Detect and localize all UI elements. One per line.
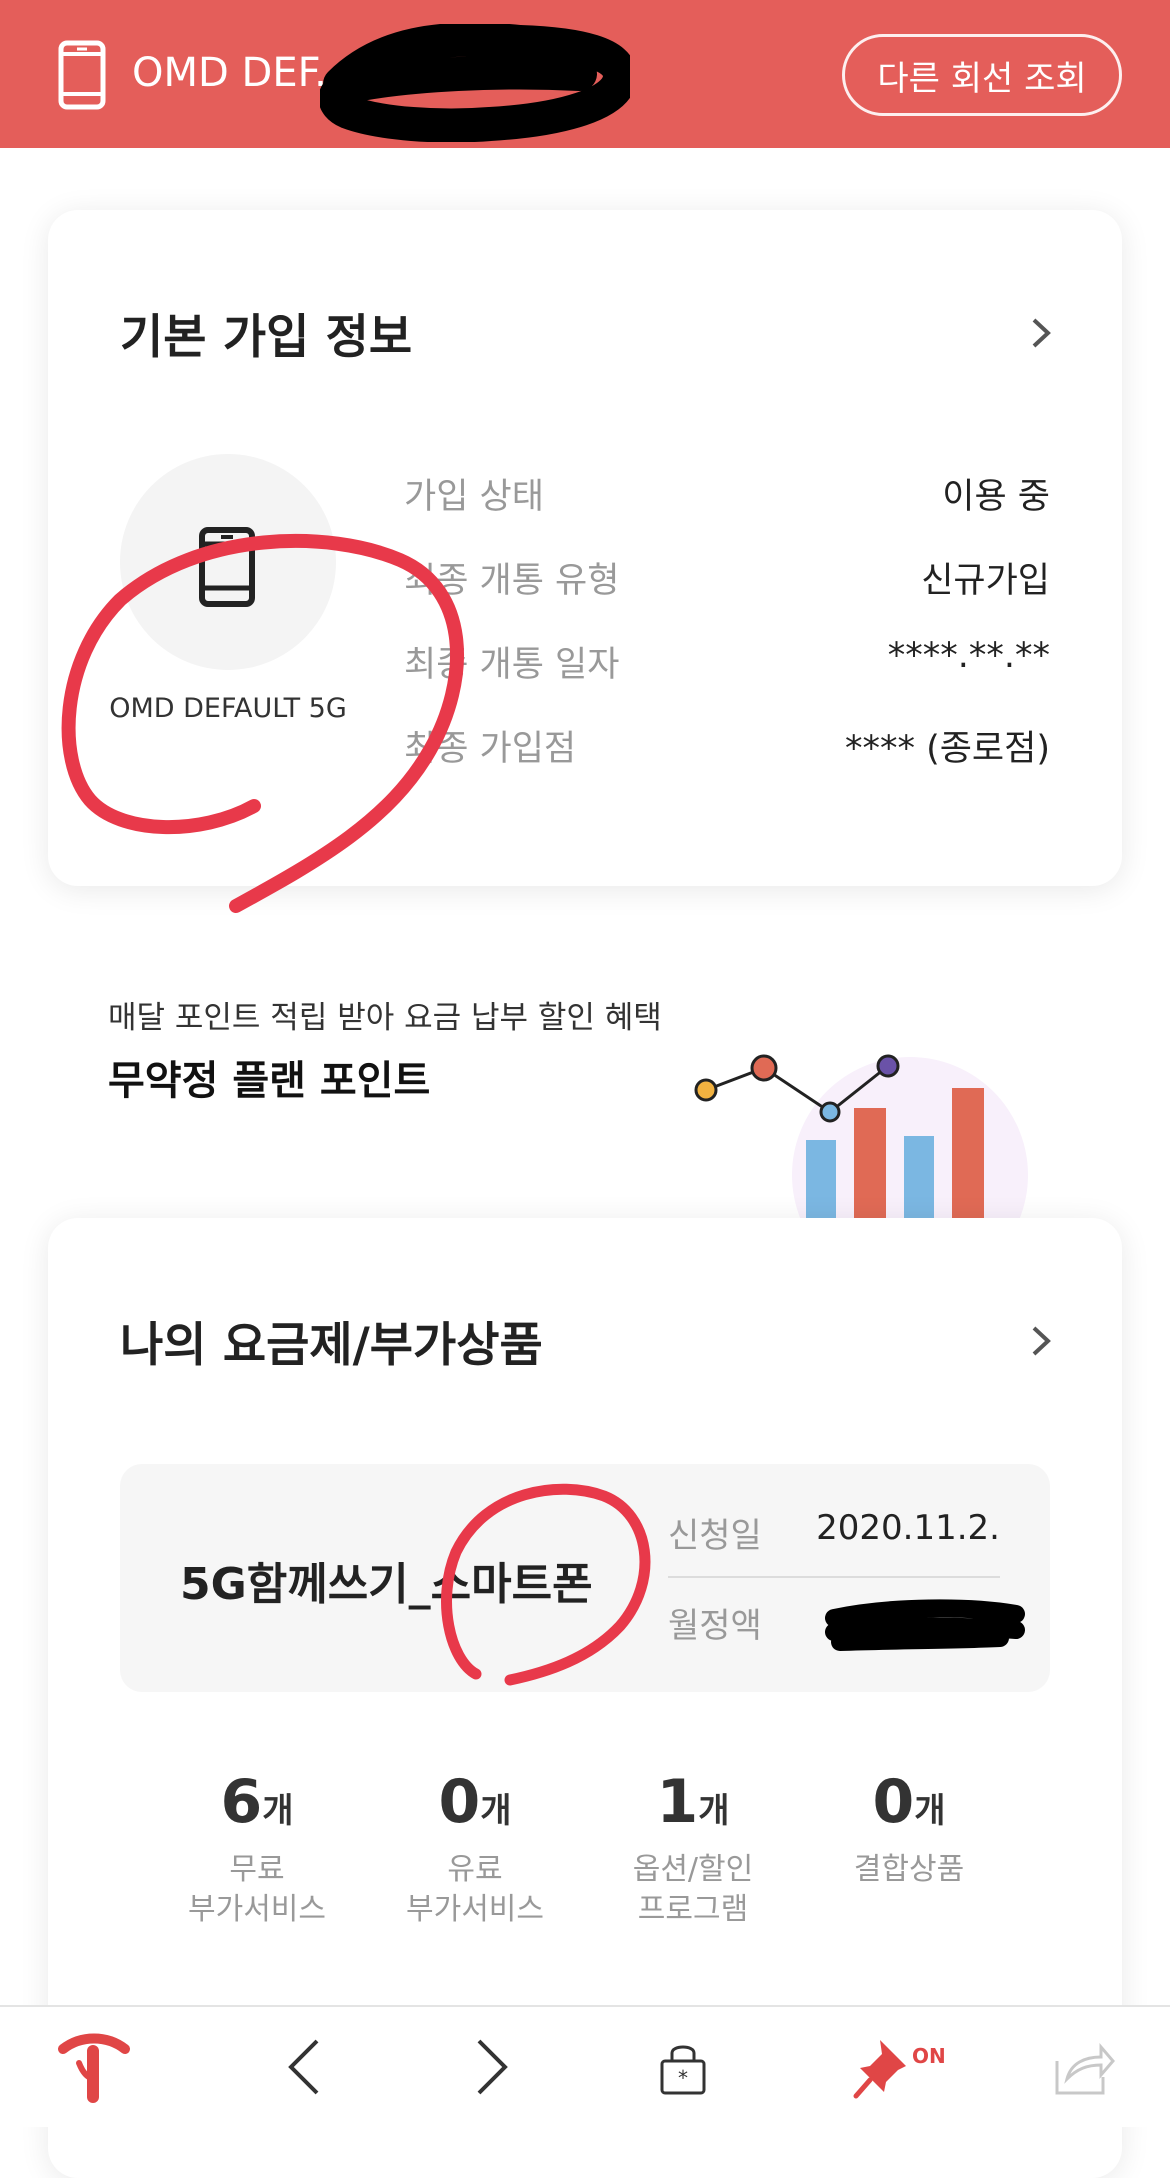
share-icon [1055, 2042, 1115, 2095]
stat-unit: 개 [914, 1791, 946, 1831]
info-row-activation-type: 최종 개통 유형 신규가입 [404, 552, 1050, 612]
plan-summary-box[interactable]: 5G함께쓰기_스마트폰 신청일 2020.11.2. 월정액 [120, 1464, 1050, 1692]
stat-count: 0 [872, 1767, 915, 1837]
promo-title[interactable]: 무약정 플랜 포인트 [108, 1048, 430, 1106]
stat-count: 6 [220, 1767, 263, 1837]
lock-button[interactable]: * [628, 2007, 738, 2127]
stat-label-line2: 결합상품 [853, 1852, 965, 1887]
stat-count: 1 [656, 1767, 699, 1837]
apply-date-label: 신청일 [668, 1516, 762, 1556]
redaction-scribble [825, 1599, 1025, 1651]
line-label: OMD DEF. [132, 50, 327, 96]
info-label: 가입 상태 [404, 477, 544, 517]
stat-label-line1: 무료 [229, 1852, 285, 1887]
info-row-status: 가입 상태 이용 중 [404, 468, 1050, 528]
monthly-fee-label: 월정액 [668, 1606, 762, 1646]
svg-text:*: * [678, 2066, 688, 2090]
stat-bundle[interactable]: 0개 결합상품 [814, 1766, 1004, 1890]
stat-label-line2: 부가서비스 [188, 1892, 326, 1927]
info-label: 최종 개통 일자 [404, 645, 620, 685]
info-value: 이용 중 [942, 477, 1050, 517]
chevron-right-icon[interactable] [1028, 316, 1054, 350]
pin-status-label: ON [912, 2044, 946, 2068]
bottom-toolbar: * [0, 2005, 1170, 2127]
stat-label-line1: 옵션/할인 [632, 1852, 754, 1887]
device-phone-icon [199, 527, 255, 607]
back-button[interactable] [250, 2007, 360, 2127]
stat-paid-addon[interactable]: 0개 유료부가서비스 [380, 1766, 570, 1930]
divider [668, 1576, 1000, 1578]
other-line-lookup-button[interactable]: 다른 회선 조회 [842, 34, 1122, 116]
info-value: **** (종로점) [844, 729, 1050, 769]
lock-icon: * [660, 2045, 706, 2095]
stat-unit: 개 [480, 1791, 512, 1831]
forward-button[interactable] [436, 2007, 546, 2127]
chart-illustration-icon [694, 1054, 1028, 1220]
plan-name: 5G함께쓰기_스마트폰 [180, 1559, 593, 1610]
stat-count: 0 [438, 1767, 481, 1837]
t-logo-button[interactable] [38, 2007, 148, 2127]
t-logo-icon [58, 2033, 130, 2103]
pin-icon [853, 2040, 906, 2099]
share-button[interactable] [1028, 2007, 1138, 2127]
stat-label-line2: 부가서비스 [406, 1892, 544, 1927]
phone-icon [58, 40, 106, 110]
info-label: 최종 가입점 [404, 729, 577, 769]
stat-label-line2: 프로그램 [637, 1892, 749, 1927]
subscription-info-title: 기본 가입 정보 [120, 310, 413, 365]
info-label: 최종 개통 유형 [404, 561, 620, 601]
info-row-store: 최종 가입점 **** (종로점) [404, 720, 1050, 780]
device-model-name: OMD DEFAULT 5G [109, 693, 347, 724]
info-row-activation-date: 최종 개통 일자 ****.**.** [404, 636, 1050, 696]
app-header: OMD DEF. 다른 회선 조회 [0, 0, 1170, 148]
stat-unit: 개 [698, 1791, 730, 1831]
my-plan-title: 나의 요금제/부가상품 [120, 1318, 543, 1373]
stat-unit: 개 [262, 1791, 294, 1831]
stat-free-addon[interactable]: 6개 무료부가서비스 [162, 1766, 352, 1930]
back-arrow-icon [288, 2039, 319, 2095]
promo-subtitle[interactable]: 매달 포인트 적립 받아 요금 납부 할인 혜택 [108, 992, 662, 1037]
info-value: 신규가입 [921, 561, 1050, 601]
info-value: ****.**.** [887, 636, 1050, 676]
stat-option-discount[interactable]: 1개 옵션/할인프로그램 [598, 1766, 788, 1930]
apply-date-value: 2020.11.2. [816, 1508, 1000, 1548]
stat-label-line1: 유료 [447, 1852, 503, 1887]
subscription-info-card[interactable]: 기본 가입 정보 OMD DEFAULT 5G 가입 상태 이용 중 최종 개통… [48, 210, 1122, 886]
chevron-right-icon[interactable] [1028, 1324, 1054, 1358]
redaction-scribble [320, 24, 630, 142]
forward-arrow-icon [477, 2039, 508, 2095]
